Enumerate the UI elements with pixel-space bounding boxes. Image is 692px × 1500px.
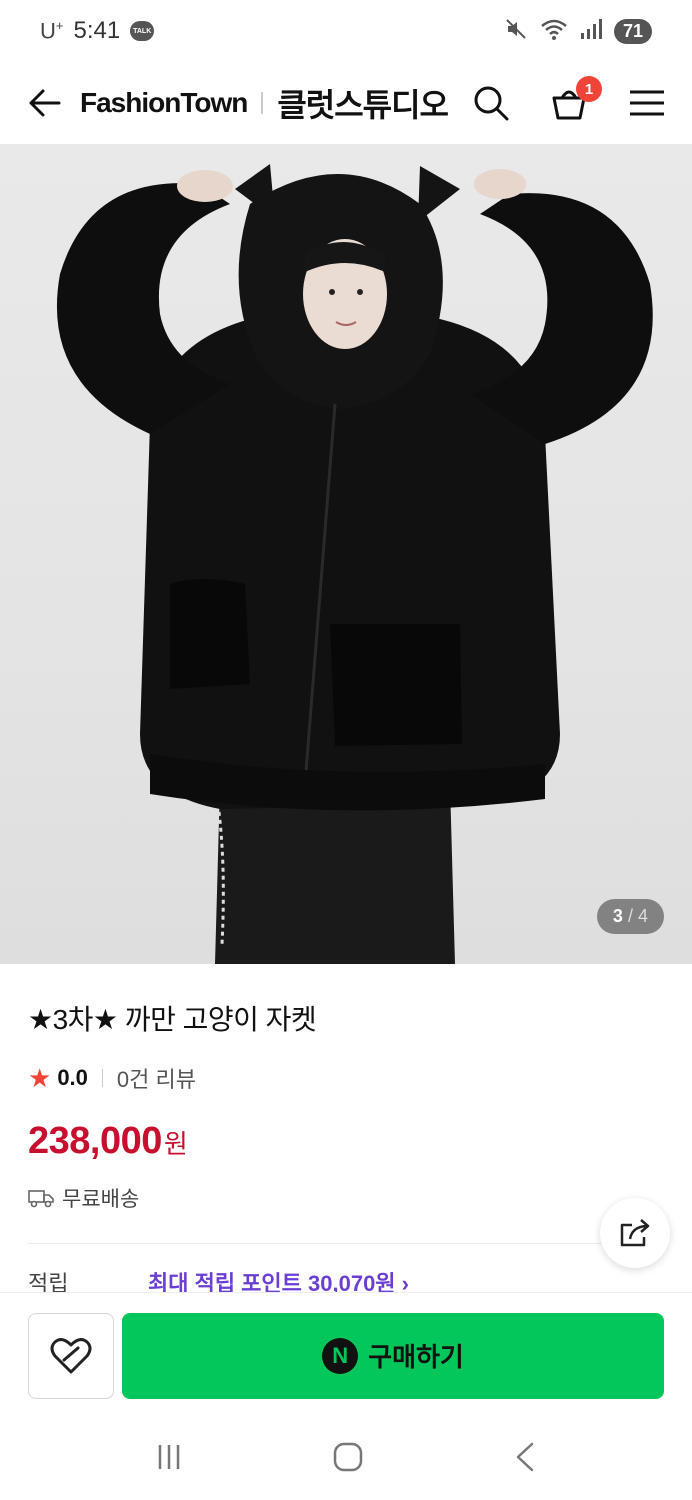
recent-apps-button[interactable] <box>154 1442 184 1477</box>
product-image-carousel[interactable]: 3 / 4 <box>0 144 692 964</box>
product-photo <box>56 164 653 964</box>
home-button[interactable] <box>331 1440 365 1479</box>
delivery-label: 무료배송 <box>62 1188 140 1211</box>
home-icon <box>333 1442 363 1471</box>
status-right: 71 <box>504 17 652 46</box>
store-name[interactable]: 클럿스튜디오 <box>277 80 449 126</box>
bottom-action-bar: N 구매하기 <box>0 1292 692 1418</box>
system-back-button[interactable] <box>512 1441 538 1478</box>
back-button[interactable] <box>24 83 64 123</box>
truck-icon <box>28 1190 54 1208</box>
share-button[interactable] <box>600 1198 670 1268</box>
wishlist-button[interactable] <box>28 1312 114 1399</box>
search-icon <box>474 86 509 121</box>
wifi-icon <box>540 17 568 46</box>
system-navigation-bar <box>0 1418 692 1500</box>
price-value: 238,000 <box>28 1120 162 1162</box>
status-time: 5:41 <box>73 17 121 44</box>
image-counter: 3 / 4 <box>596 899 664 934</box>
talk-notification-icon: TALK <box>130 21 155 41</box>
star-icon: ★ <box>28 1062 52 1093</box>
signal-icon <box>580 18 602 45</box>
rating-divider <box>101 1069 103 1087</box>
naver-pay-icon: N <box>322 1337 359 1374</box>
brand-logo[interactable]: FashionTown <box>80 87 248 119</box>
product-info: ★3차★ 까만 고양이 자켓 ★ 0.0 0건 리뷰 238,000 원 무료배… <box>0 964 692 1298</box>
delivery-row: 무료배송 <box>28 1183 664 1213</box>
status-left: U+ 5:41 TALK <box>40 17 155 45</box>
product-title: ★3차★ 까만 고양이 자켓 <box>28 1004 317 1035</box>
buy-label: 구매하기 <box>368 1342 464 1372</box>
brand-divider <box>261 92 264 114</box>
battery-indicator: 71 <box>614 18 652 44</box>
rating-row[interactable]: ★ 0.0 0건 리뷰 <box>28 1062 664 1094</box>
buy-button[interactable]: N 구매하기 <box>122 1312 664 1399</box>
header-actions: 1 <box>470 76 668 124</box>
share-icon <box>620 1219 650 1247</box>
carrier-label: U+ <box>40 17 64 44</box>
mute-icon <box>504 17 528 46</box>
price-row: 238,000 원 <box>28 1120 664 1163</box>
review-count[interactable]: 0건 리뷰 <box>117 1062 196 1094</box>
menu-icon <box>630 90 664 116</box>
back-arrow-icon <box>29 89 61 117</box>
menu-button[interactable] <box>626 82 668 124</box>
cart-count-badge: 1 <box>576 76 602 102</box>
search-button[interactable] <box>470 82 512 124</box>
app-header: FashionTown 클럿스튜디오 1 <box>0 62 692 144</box>
status-bar: U+ 5:41 TALK 71 <box>0 0 692 62</box>
rating-value: 0.0 <box>57 1065 88 1090</box>
recent-apps-icon <box>158 1444 179 1469</box>
cart-button[interactable]: 1 <box>548 76 602 124</box>
price-unit: 원 <box>163 1129 188 1159</box>
wishlist-heart-icon <box>50 1337 92 1373</box>
section-divider <box>28 1243 664 1244</box>
back-nav-icon <box>517 1442 534 1471</box>
